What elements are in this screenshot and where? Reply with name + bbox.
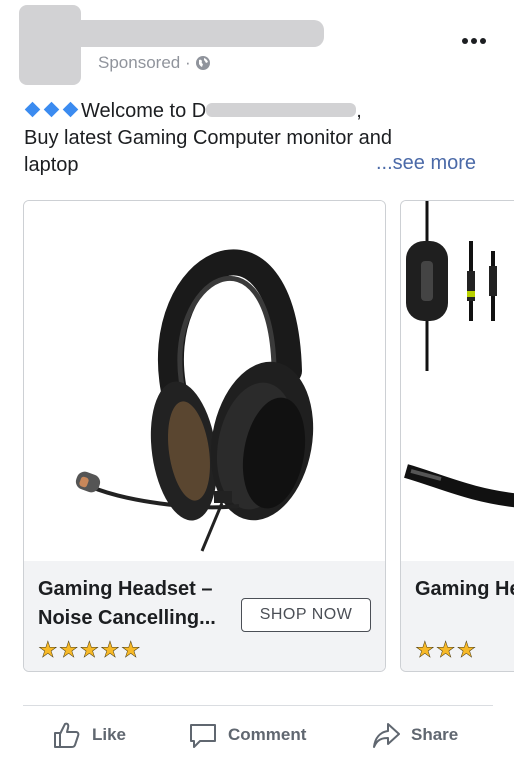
caption-line-1-suffix: , xyxy=(356,100,362,122)
diamond-icon xyxy=(43,101,60,118)
caption-line-1: Welcome to D xyxy=(81,100,207,122)
see-more-link[interactable]: ...see more xyxy=(376,152,476,175)
redacted-text xyxy=(206,103,357,117)
comment-button[interactable]: Comment xyxy=(188,720,306,750)
star-rating: ★★★★★ xyxy=(38,637,142,663)
sponsored-text: Sponsored · xyxy=(98,53,191,72)
comment-icon xyxy=(190,724,216,748)
like-button[interactable]: Like xyxy=(52,720,126,750)
star-rating: ★★★ xyxy=(415,637,478,663)
caption-line-3: laptop xyxy=(24,154,79,176)
share-button[interactable]: Share xyxy=(371,720,458,750)
caption-line-2: Buy latest Gaming Computer monitor and xyxy=(24,127,392,149)
diamond-icon xyxy=(62,101,79,118)
product-image-headphone-accessories[interactable] xyxy=(401,201,514,561)
divider xyxy=(23,705,493,706)
share-icon xyxy=(373,723,400,748)
card-info: Gaming Headset – Noise Cancelling... ★★★… xyxy=(24,561,385,671)
product-image-headset[interactable] xyxy=(24,201,385,561)
card-info: Gaming Headph ★★★ xyxy=(401,561,514,671)
more-options-icon[interactable] xyxy=(462,30,492,50)
comment-label: Comment xyxy=(228,725,307,744)
globe-icon xyxy=(196,56,211,70)
like-label: Like xyxy=(92,725,127,744)
carousel-card[interactable]: Gaming Headset – Noise Cancelling... ★★★… xyxy=(23,200,386,672)
product-title[interactable]: Gaming Headset – Noise Cancelling... xyxy=(38,575,238,633)
sponsored-label: Sponsored · xyxy=(98,53,211,73)
page-name-redacted[interactable] xyxy=(58,20,324,47)
share-label: Share xyxy=(411,725,459,744)
like-icon xyxy=(54,722,80,748)
shop-now-button[interactable]: SHOP NOW xyxy=(241,598,371,632)
carousel-card[interactable]: Gaming Headph ★★★ xyxy=(400,200,514,672)
diamond-icon xyxy=(24,101,41,118)
product-title[interactable]: Gaming Headph xyxy=(415,575,514,604)
